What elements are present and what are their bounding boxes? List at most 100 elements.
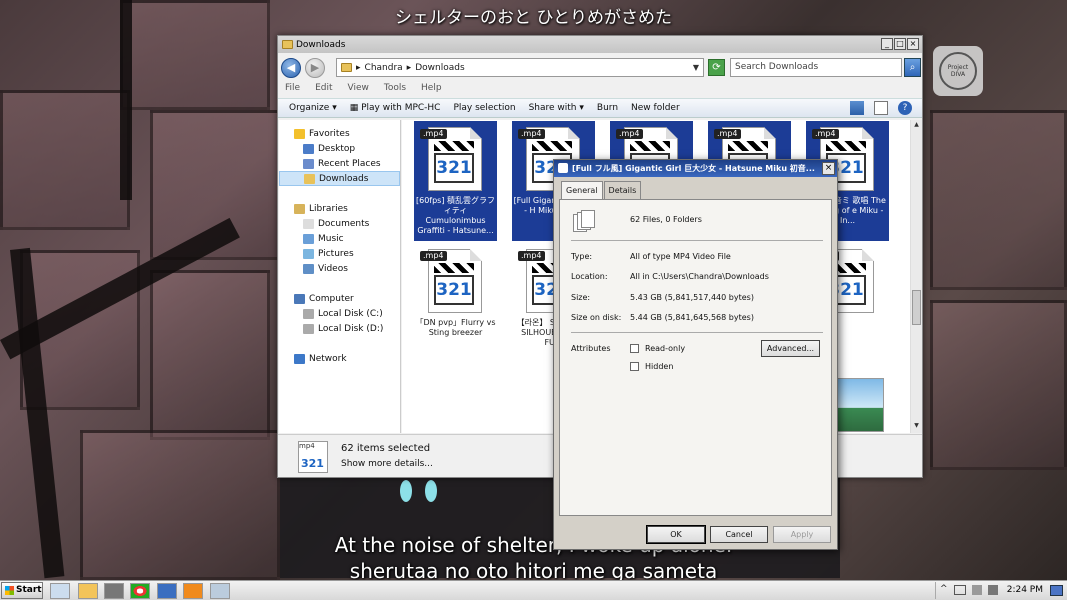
- file-type-badge: .mp4: [714, 129, 741, 139]
- file-item[interactable]: .mp4 321 [60fps] 積乱雲グラフィティ Cumulonimbus Gr…: [414, 121, 497, 241]
- sidebar-item-label: Libraries: [309, 203, 348, 214]
- organize-button[interactable]: Organize ▾: [289, 103, 337, 113]
- search-icon[interactable]: ⌕: [904, 58, 921, 77]
- selection-count: 62 items selected: [341, 443, 431, 454]
- media-player-taskbar-icon[interactable]: [78, 583, 98, 599]
- maximize-button[interactable]: □: [894, 38, 906, 50]
- breadcrumb-separator: ▸: [356, 62, 361, 73]
- show-more-details-link[interactable]: Show more details...: [341, 459, 433, 469]
- advanced-button[interactable]: Advanced...: [761, 340, 820, 357]
- cancel-button[interactable]: Cancel: [710, 526, 768, 543]
- menu-file[interactable]: File: [285, 83, 300, 93]
- sidebar-item-local-disk-d[interactable]: Local Disk (D:): [279, 321, 400, 336]
- size-label: Size:: [571, 293, 591, 302]
- image-thumbnail[interactable]: [832, 378, 884, 432]
- show-desktop-icon[interactable]: [1050, 585, 1063, 596]
- ok-button[interactable]: OK: [646, 525, 706, 544]
- menu-edit[interactable]: Edit: [315, 83, 332, 93]
- new-folder-button[interactable]: New folder: [631, 103, 680, 113]
- clock[interactable]: 2:24 PM: [1007, 585, 1043, 595]
- taskbar: Start ^ 2:24 PM: [0, 580, 1067, 600]
- breadcrumb-item[interactable]: Downloads: [415, 63, 464, 73]
- status-icon-badge: mp4: [299, 442, 315, 450]
- apply-button[interactable]: Apply: [773, 526, 831, 543]
- breadcrumb-item[interactable]: Chandra: [365, 63, 403, 73]
- scroll-down-icon[interactable]: ▼: [912, 422, 921, 432]
- vertical-scrollbar[interactable]: ▲ ▼: [910, 120, 922, 433]
- downloads-folder-icon: [304, 173, 315, 184]
- app-taskbar-icon[interactable]: [210, 583, 230, 599]
- explorer-titlebar[interactable]: Downloads: [278, 36, 922, 53]
- readonly-checkbox[interactable]: [630, 344, 639, 353]
- clapperboard-icon: [728, 141, 768, 151]
- forward-button[interactable]: ▶: [305, 58, 325, 78]
- explorer-taskbar-icon[interactable]: [50, 583, 70, 599]
- volume-icon[interactable]: [988, 585, 998, 595]
- sidebar-item-network[interactable]: Network: [279, 351, 400, 366]
- chevron-down-icon[interactable]: ▼: [693, 63, 699, 72]
- video-file-icon: mp4 321: [298, 441, 328, 473]
- file-item[interactable]: .mp4 321 「DN pvp」Flurry vs Sting breezer: [414, 243, 497, 363]
- refresh-button[interactable]: ⟳: [708, 59, 725, 76]
- vlc-taskbar-icon[interactable]: [183, 583, 203, 599]
- tab-strip: General Details: [561, 181, 642, 200]
- sidebar-item-libraries[interactable]: Libraries: [279, 201, 400, 216]
- clapperboard-icon: [532, 141, 572, 151]
- background-light: [400, 480, 412, 502]
- chrome-taskbar-icon[interactable]: [130, 583, 150, 599]
- app-taskbar-icon[interactable]: [104, 583, 124, 599]
- preview-pane-icon[interactable]: [874, 101, 888, 115]
- sidebar-item-videos[interactable]: Videos: [279, 261, 400, 276]
- show-hidden-icons-icon[interactable]: ^: [940, 584, 948, 594]
- action-center-icon[interactable]: [972, 585, 982, 595]
- search-input[interactable]: Search Downloads: [730, 58, 902, 77]
- file-name: [60fps] 積乱雲グラフィティ Cumulonimbus Graffiti …: [415, 196, 496, 235]
- start-button[interactable]: Start: [1, 582, 43, 599]
- window-controls: _ □ ×: [881, 38, 919, 50]
- network-tray-icon[interactable]: [954, 585, 966, 595]
- back-button[interactable]: ◀: [281, 58, 301, 78]
- sidebar-item-desktop[interactable]: Desktop: [279, 141, 400, 156]
- minimize-button[interactable]: _: [881, 38, 893, 50]
- tab-general[interactable]: General: [561, 181, 603, 200]
- play-with-mpc-button[interactable]: ▦ Play with MPC-HC: [350, 103, 441, 113]
- clapperboard-icon: [434, 263, 474, 273]
- size-value: 5.43 GB (5,841,517,440 bytes): [630, 293, 754, 302]
- close-button[interactable]: ×: [907, 38, 919, 50]
- file-page-shape: [581, 210, 595, 228]
- scroll-up-icon[interactable]: ▲: [912, 121, 921, 131]
- app-taskbar-icon[interactable]: [157, 583, 177, 599]
- sidebar-item-favorites[interactable]: Favorites: [279, 126, 400, 141]
- sidebar-item-recent-places[interactable]: Recent Places: [279, 156, 400, 171]
- help-icon[interactable]: ?: [898, 101, 912, 115]
- sidebar-item-pictures[interactable]: Pictures: [279, 246, 400, 261]
- desktop-icon: [303, 143, 314, 154]
- sidebar-item-computer[interactable]: Computer: [279, 291, 400, 306]
- scrollbar-thumb[interactable]: [912, 290, 921, 325]
- disk-icon: [303, 308, 314, 319]
- sidebar-item-label: Downloads: [319, 173, 369, 184]
- play-selection-button[interactable]: Play selection: [453, 103, 515, 113]
- type-value: All of type MP4 Video File: [630, 252, 731, 261]
- location-label: Location:: [571, 272, 608, 281]
- properties-titlebar[interactable]: [Full フル風] Gigantic Girl 巨大少女 - Hatsune …: [554, 160, 837, 177]
- clapperboard-icon: [434, 141, 474, 151]
- close-icon[interactable]: ×: [822, 162, 835, 175]
- menu-view[interactable]: View: [348, 83, 369, 93]
- menu-tools[interactable]: Tools: [384, 83, 406, 93]
- sidebar-item-documents[interactable]: Documents: [279, 216, 400, 231]
- share-with-button[interactable]: Share with ▾: [529, 103, 584, 113]
- hidden-label: Hidden: [645, 362, 674, 371]
- sidebar-item-downloads[interactable]: Downloads: [279, 171, 400, 186]
- burn-button[interactable]: Burn: [597, 103, 618, 113]
- tab-details[interactable]: Details: [603, 181, 642, 200]
- sidebar-item-label: Pictures: [318, 248, 354, 259]
- address-bar[interactable]: ▸ Chandra ▸ Downloads ▼: [336, 58, 704, 77]
- sidebar-item-label: Recent Places: [318, 158, 381, 169]
- menu-help[interactable]: Help: [421, 83, 442, 93]
- sidebar-item-local-disk-c[interactable]: Local Disk (C:): [279, 306, 400, 321]
- background-beam: [120, 0, 132, 200]
- hidden-checkbox[interactable]: [630, 362, 639, 371]
- change-view-icon[interactable]: [850, 101, 864, 115]
- sidebar-item-music[interactable]: Music: [279, 231, 400, 246]
